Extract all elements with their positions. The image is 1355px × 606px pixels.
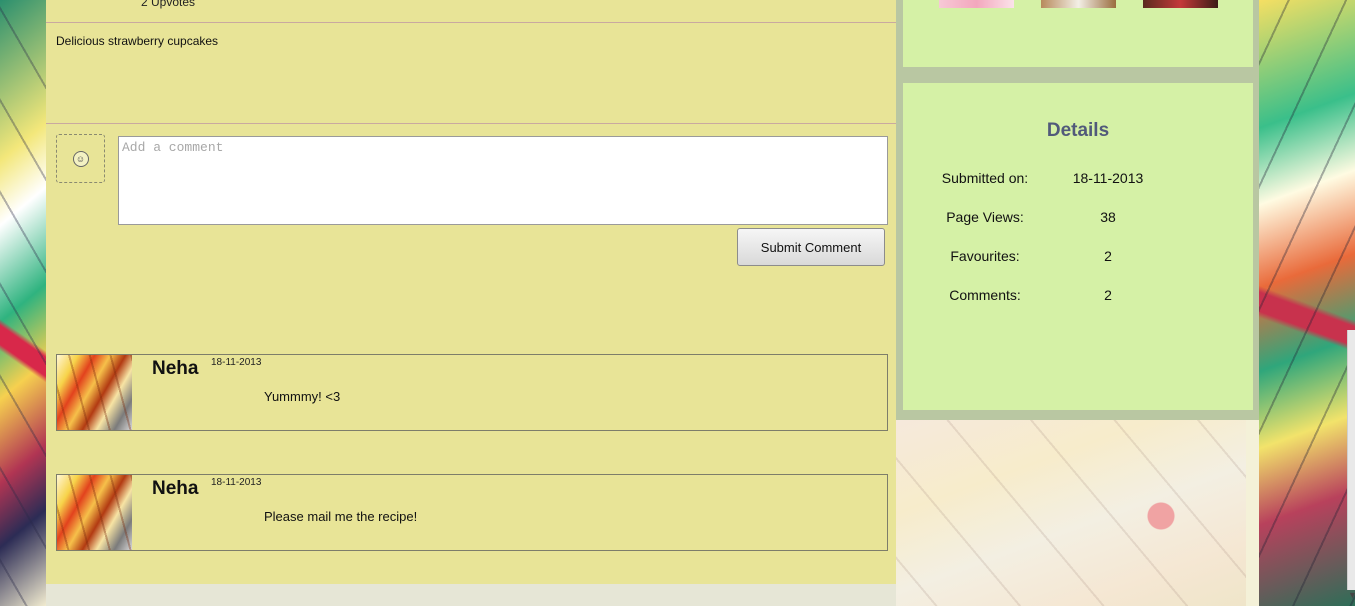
comment-date: 18-11-2013 — [211, 357, 262, 368]
comment-item: Neha 18-11-2013 Please mail me the recip… — [56, 474, 888, 551]
smiley-icon: ☺ — [72, 150, 89, 167]
divider — [46, 123, 896, 124]
submit-comment-button[interactable]: Submit Comment — [737, 228, 885, 266]
commenter-avatar[interactable] — [57, 475, 132, 550]
upvote-count: 2 Upvotes — [141, 0, 196, 9]
comment-text: Please mail me the recipe! — [264, 509, 418, 524]
commenter-avatar-placeholder: ☺ — [56, 134, 105, 183]
comment-text: Yummmy! <3 — [264, 389, 341, 404]
related-thumbnail[interactable] — [1041, 0, 1116, 8]
detail-value-submitted: 18-11-2013 — [1072, 170, 1144, 186]
background-painting-left — [0, 0, 46, 606]
detail-label-submitted: Submitted on: — [941, 170, 1029, 186]
page-footer-strip — [46, 584, 896, 606]
background-painting-right — [1259, 0, 1355, 606]
post-description: Delicious strawberry cupcakes — [56, 34, 219, 48]
comment-date: 18-11-2013 — [211, 477, 262, 488]
related-thumbnails-panel — [903, 0, 1253, 67]
detail-value-comments: 2 — [1104, 287, 1112, 303]
comment-author[interactable]: Neha — [152, 358, 198, 380]
details-panel: Details Submitted on: 18-11-2013 Page Vi… — [903, 83, 1253, 410]
comment-author[interactable]: Neha — [152, 478, 198, 500]
commenter-avatar[interactable] — [57, 355, 132, 430]
post-main-panel: 2 Upvotes Delicious strawberry cupcakes … — [46, 0, 896, 584]
scrollbar[interactable] — [1347, 330, 1355, 590]
detail-label-page-views: Page Views: — [946, 209, 1024, 225]
divider — [46, 22, 896, 23]
comment-input[interactable] — [118, 136, 888, 225]
related-thumbnail[interactable] — [1143, 0, 1218, 8]
detail-value-favourites: 2 — [1104, 248, 1112, 264]
detail-label-comments: Comments: — [949, 287, 1021, 303]
comment-item: Neha 18-11-2013 Yummmy! <3 — [56, 354, 888, 431]
background-painting-faded — [896, 420, 1246, 606]
related-thumbnail[interactable] — [939, 0, 1014, 8]
detail-value-page-views: 38 — [1100, 209, 1116, 225]
details-title: Details — [1046, 120, 1110, 141]
detail-label-favourites: Favourites: — [950, 248, 1020, 264]
scroll-down-arrow-icon[interactable]: ▼ — [1348, 590, 1355, 600]
